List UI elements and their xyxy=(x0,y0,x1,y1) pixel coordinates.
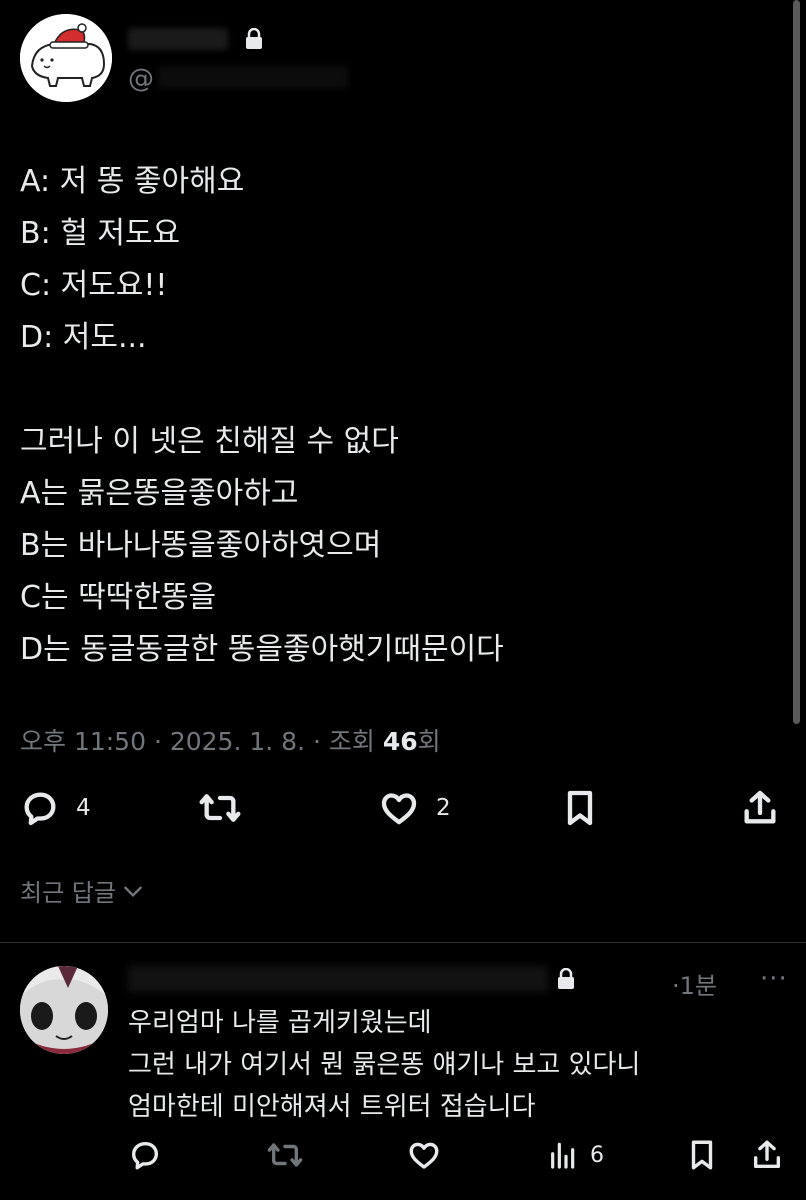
reply-button[interactable]: 4 xyxy=(20,788,91,828)
tweet-text-line: A: 저 똥 좋아해요 xyxy=(20,164,245,199)
tweet-text-line: D: 저도... xyxy=(20,320,147,355)
reply-text-line: 그런 내가 여기서 뭔 묽은똥 얘기나 보고 있다니 xyxy=(128,1050,641,1080)
views-count[interactable]: 46 xyxy=(383,727,418,756)
reply-author-name[interactable] xyxy=(128,966,548,992)
author-avatar[interactable] xyxy=(20,14,112,102)
lock-icon xyxy=(556,967,576,994)
reply-retweet-button[interactable] xyxy=(266,1138,304,1172)
reply-text-line: 우리엄마 나를 곱게키웠는데 xyxy=(128,1008,432,1038)
tweet-date: 2025. 1. 8. xyxy=(169,727,306,756)
reply-reply-button[interactable] xyxy=(128,1138,162,1172)
reply-icon xyxy=(24,792,56,826)
share-button[interactable] xyxy=(740,788,780,828)
reply-sort-label: 최근 답글 xyxy=(20,879,116,907)
analytics-icon xyxy=(551,1142,575,1169)
tweet-text-line xyxy=(20,364,504,416)
views-suffix: 회 xyxy=(417,727,441,756)
bookmark-button[interactable] xyxy=(562,788,598,828)
views-prefix: 조회 xyxy=(328,727,383,756)
share-icon xyxy=(753,1140,781,1169)
retweet-button[interactable] xyxy=(198,788,242,828)
tweet-text-line: A는 묽은똥을좋아하고 xyxy=(20,476,299,511)
retweet-icon xyxy=(267,1143,303,1167)
reply-count: 4 xyxy=(76,795,91,821)
tweet-text: A: 저 똥 좋아해요 B: 헐 저도요 C: 저도요!! D: 저도... 그러나 … xyxy=(20,156,504,676)
heart-icon xyxy=(409,1142,439,1169)
tweet-time: 오후 11:50 xyxy=(20,727,146,756)
reply-like-button[interactable] xyxy=(406,1138,442,1172)
reply-text: 우리엄마 나를 곱게키웠는데그런 내가 여기서 뭔 묽은똥 얘기나 보고 있다니… xyxy=(128,1002,640,1128)
heart-icon xyxy=(381,793,417,825)
like-count: 2 xyxy=(436,795,451,821)
reply-share-button[interactable] xyxy=(750,1138,784,1172)
bookmark-icon xyxy=(567,790,593,826)
tweet-text-line: 그러나 이 넷은 친해질 수 없다 xyxy=(20,424,399,459)
reply-sort-dropdown[interactable]: 최근 답글 xyxy=(20,873,146,908)
tweet-text-line: C는 딱딱한똥을 xyxy=(20,580,217,615)
more-options-button[interactable]: ··· xyxy=(760,964,788,994)
reply-author-avatar[interactable] xyxy=(20,966,108,1054)
retweet-icon xyxy=(199,794,241,822)
reply-icon xyxy=(131,1141,159,1170)
reply-text-line: 엄마한테 미안해져서 트위터 접습니다 xyxy=(128,1092,536,1122)
reply-time[interactable]: ·1분 xyxy=(672,966,717,1001)
like-button[interactable]: 2 xyxy=(378,788,451,828)
reply-views-button[interactable]: 6 xyxy=(546,1138,604,1172)
tweet-meta: 오후 11:50 · 2025. 1. 8. · 조회 46회 xyxy=(20,727,441,756)
author-name[interactable] xyxy=(128,28,228,50)
divider xyxy=(0,942,806,943)
tweet-text-line: D는 동글동글한 똥을좋아햇기때문이다 xyxy=(20,632,504,667)
author-handle-redacted xyxy=(158,66,348,88)
reply-views-count: 6 xyxy=(590,1142,604,1168)
lock-icon xyxy=(244,27,264,54)
reply-bookmark-button[interactable] xyxy=(686,1138,718,1172)
share-icon xyxy=(744,790,776,824)
scrollbar[interactable] xyxy=(793,0,800,724)
tweet-text-line: B는 바나나똥을좋아하엿으며 xyxy=(20,528,382,563)
bookmark-icon xyxy=(691,1140,713,1170)
author-handle[interactable]: @ xyxy=(128,64,154,94)
tweet-text-line: B: 헐 저도요 xyxy=(20,216,181,251)
tweet-text-line: C: 저도요!! xyxy=(20,268,168,303)
chevron-down-icon xyxy=(124,886,142,897)
